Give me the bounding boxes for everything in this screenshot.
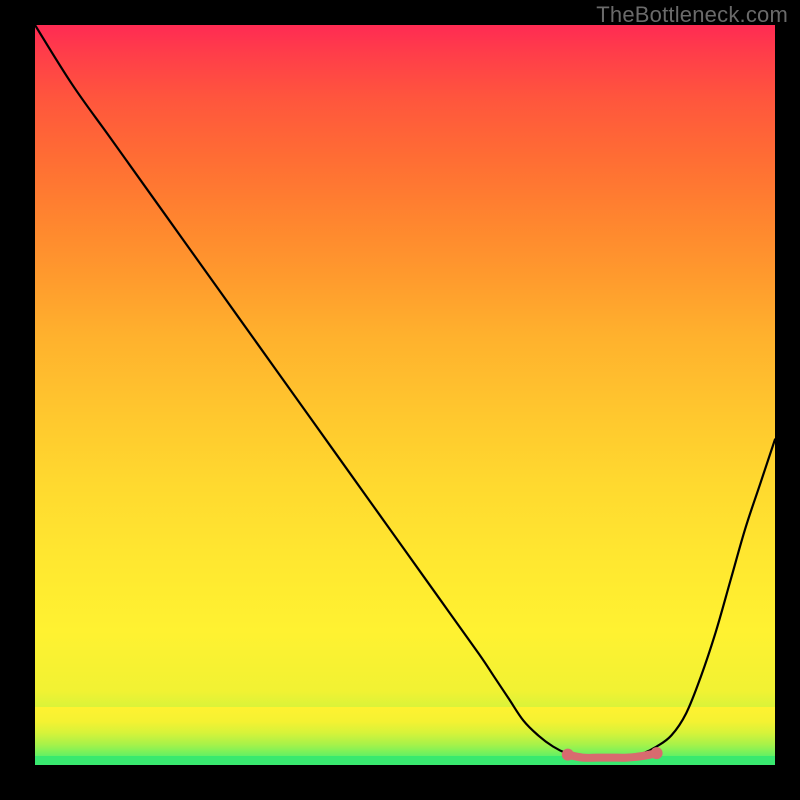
- flat-highlight-path: [568, 753, 657, 758]
- chart-svg: [35, 25, 775, 765]
- flat-highlight-start-dot: [562, 749, 574, 761]
- flat-highlight-end-dot: [651, 747, 663, 759]
- watermark-text: TheBottleneck.com: [596, 2, 788, 28]
- bottleneck-curve-path: [35, 25, 775, 758]
- chart-plot-area: [35, 25, 775, 765]
